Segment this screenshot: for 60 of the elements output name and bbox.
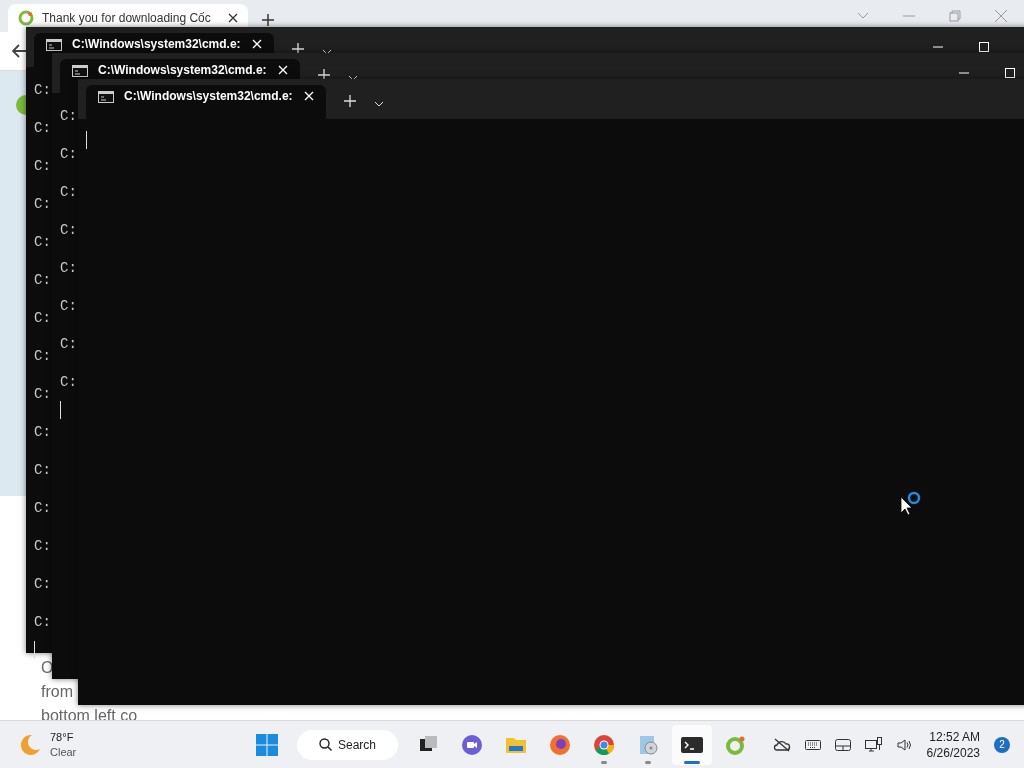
prompt-text: C: <box>34 347 51 366</box>
page-text: from <box>41 682 74 702</box>
prompt-text: C: <box>34 537 51 556</box>
cloud-off-icon[interactable] <box>772 737 791 752</box>
prompt-text: C: <box>34 233 51 252</box>
terminal-tab[interactable]: C:\Windows\system32\cmd.e: <box>86 85 326 119</box>
maximize-icon[interactable] <box>979 42 989 52</box>
coccoc-logo-icon <box>18 10 34 26</box>
video-chat-icon <box>460 732 485 757</box>
prompt-text: C: <box>34 499 51 518</box>
prompt-text: C: <box>60 335 77 354</box>
clock[interactable]: 12:52 AM 6/26/2023 <box>926 728 980 761</box>
chrome-icon <box>592 732 617 757</box>
notification-badge[interactable]: 2 <box>994 736 1010 753</box>
start-icon[interactable] <box>255 732 279 757</box>
weather-condition-text: Clear <box>50 744 77 760</box>
console-icon <box>72 65 88 77</box>
close-icon[interactable] <box>228 13 238 23</box>
prompt-text: C: <box>34 613 51 632</box>
console-icon <box>46 39 62 51</box>
tab-title: C:\Windows\system32\cmd.e: <box>72 37 242 51</box>
prompt-text: C: <box>34 271 51 290</box>
search-icon <box>319 738 332 751</box>
prompt-text: C: <box>60 221 77 240</box>
prompt-text: C: <box>60 259 77 278</box>
search-button[interactable]: Search <box>297 729 399 760</box>
speaker-icon[interactable] <box>896 737 913 752</box>
prompt-text: C: <box>34 309 51 328</box>
console-icon <box>98 91 114 103</box>
text-cursor <box>60 401 61 419</box>
busy-cursor-icon <box>899 491 923 517</box>
maximize-icon[interactable] <box>1005 68 1015 78</box>
prompt-text: C: <box>34 195 51 214</box>
prompt-text: C: <box>60 107 77 126</box>
running-indicator <box>684 760 701 764</box>
prompt-text: C: <box>60 145 77 164</box>
touchpad-icon[interactable] <box>834 738 851 751</box>
network-monitor-icon[interactable] <box>864 736 883 753</box>
prompt-text: C: <box>60 297 77 316</box>
moon-icon <box>18 732 42 757</box>
new-tab-icon[interactable] <box>262 14 274 26</box>
prompt-text: C: <box>34 157 51 176</box>
prompt-text: C: <box>34 575 51 594</box>
temperature-text: 78°F <box>50 729 75 745</box>
tab-title: Thank you for downloading Cốc <box>42 11 212 25</box>
back-arrow-icon[interactable] <box>12 44 28 58</box>
running-indicator <box>601 760 608 764</box>
prompt-text: C: <box>34 81 51 100</box>
prompt-text: C: <box>34 461 51 480</box>
keyboard-icon[interactable] <box>804 738 821 751</box>
text-cursor <box>34 641 35 659</box>
prompt-text: C: <box>34 385 51 404</box>
text-cursor <box>86 131 87 149</box>
taskbar-app-button[interactable] <box>672 724 713 765</box>
firefox-icon <box>548 732 573 757</box>
prompt-text: C: <box>60 183 77 202</box>
prompt-text: C: <box>60 373 77 392</box>
prompt-text: C: <box>34 423 51 442</box>
prompt-text: C: <box>34 119 51 138</box>
running-indicator <box>645 760 652 764</box>
